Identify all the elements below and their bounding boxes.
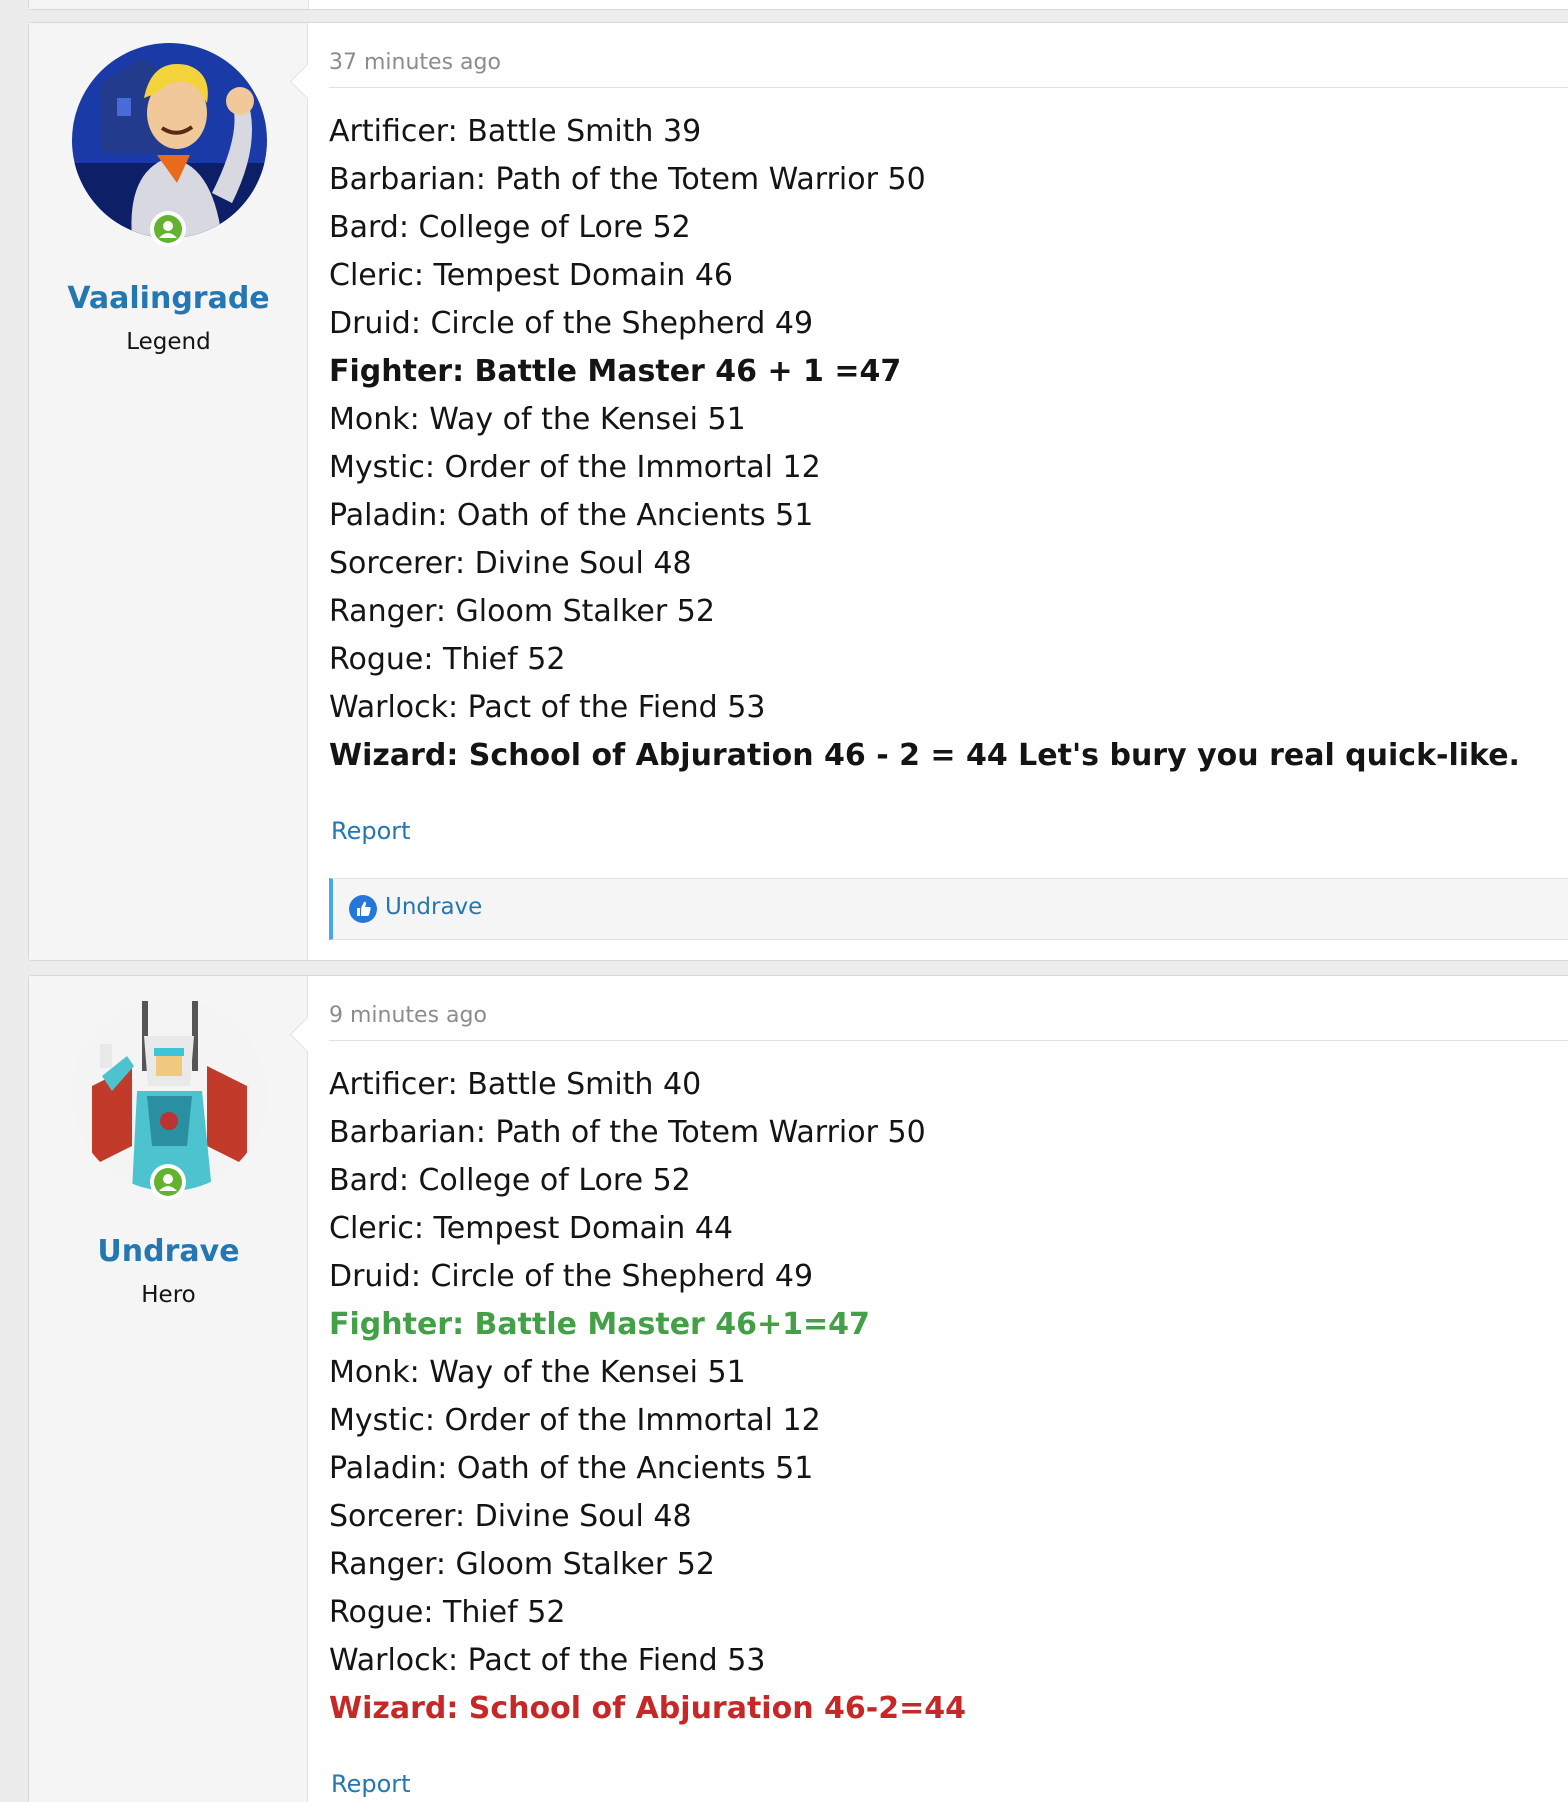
post-line: Ranger: Gloom Stalker 52 xyxy=(329,1547,715,1582)
cartoon-character-avatar[interactable] xyxy=(72,43,267,238)
previous-post-bottom xyxy=(28,0,1568,10)
avatar[interactable] xyxy=(72,43,267,247)
post-line: Sorcerer: Divine Soul 48 xyxy=(329,546,692,581)
reactions-bar: Undrave xyxy=(329,878,1568,940)
post-line: Barbarian: Path of the Totem Warrior 50 xyxy=(329,162,926,197)
post-timestamp[interactable]: 37 minutes ago xyxy=(329,50,501,75)
user-title: Hero xyxy=(141,1282,196,1308)
reaction-user-link[interactable]: Undrave xyxy=(385,894,482,920)
post-undrave: Undrave Hero 9 minutes ago Artificer: Ba… xyxy=(28,975,1568,1802)
post-line: Bard: College of Lore 52 xyxy=(329,1163,691,1198)
post-body: Artificer: Battle Smith 40 Barbarian: Pa… xyxy=(329,1061,966,1733)
post-line: Rogue: Thief 52 xyxy=(329,1595,566,1630)
post-line-bold: Fighter: Battle Master 46 + 1 =47 xyxy=(329,354,902,389)
post-line: Monk: Way of the Kensei 51 xyxy=(329,402,746,437)
post-line: Artificer: Battle Smith 40 xyxy=(329,1067,702,1102)
post-vaalingrade: Vaalingrade Legend 37 minutes ago Artifi… xyxy=(28,22,1568,961)
post-line: Cleric: Tempest Domain 46 xyxy=(329,258,734,293)
thread-page: Vaalingrade Legend 37 minutes ago Artifi… xyxy=(0,0,1568,1802)
post-body: Artificer: Battle Smith 39 Barbarian: Pa… xyxy=(329,108,1520,780)
post-line: Druid: Circle of the Shepherd 49 xyxy=(329,1259,814,1294)
post-line: Paladin: Oath of the Ancients 51 xyxy=(329,498,814,533)
user-info: Undrave Hero xyxy=(29,976,326,1802)
user-title: Legend xyxy=(126,329,211,355)
report-link[interactable]: Report xyxy=(331,817,411,845)
post-line-green: Fighter: Battle Master 46+1=47 xyxy=(329,1307,870,1342)
post-line: Cleric: Tempest Domain 44 xyxy=(329,1211,734,1246)
post-line: Mystic: Order of the Immortal 12 xyxy=(329,450,821,485)
post-line: Druid: Circle of the Shepherd 49 xyxy=(329,306,814,341)
post-line: Mystic: Order of the Immortal 12 xyxy=(329,1403,821,1438)
post-line: Rogue: Thief 52 xyxy=(329,642,566,677)
post-line: Paladin: Oath of the Ancients 51 xyxy=(329,1451,814,1486)
post-timestamp[interactable]: 9 minutes ago xyxy=(329,1003,487,1028)
robot-character-avatar[interactable] xyxy=(72,996,267,1191)
user-online-icon xyxy=(150,1164,186,1200)
post-line: Ranger: Gloom Stalker 52 xyxy=(329,594,715,629)
post-line: Artificer: Battle Smith 39 xyxy=(329,114,702,149)
post-line: Barbarian: Path of the Totem Warrior 50 xyxy=(329,1115,926,1150)
post-line-red: Wizard: School of Abjuration 46-2=44 xyxy=(329,1691,966,1726)
user-online-icon xyxy=(150,211,186,247)
post-line: Warlock: Pact of the Fiend 53 xyxy=(329,690,766,725)
username[interactable]: Vaalingrade xyxy=(29,281,308,316)
post-line: Sorcerer: Divine Soul 48 xyxy=(329,1499,692,1534)
avatar[interactable] xyxy=(72,996,267,1200)
post-line: Bard: College of Lore 52 xyxy=(329,210,691,245)
user-info: Vaalingrade Legend xyxy=(29,23,326,960)
post-line: Warlock: Pact of the Fiend 53 xyxy=(329,1643,766,1678)
post-line-bold: Wizard: School of Abjuration 46 - 2 = 44… xyxy=(329,738,1520,773)
thumbs-up-icon[interactable] xyxy=(349,895,377,923)
post-line: Monk: Way of the Kensei 51 xyxy=(329,1355,746,1390)
report-link[interactable]: Report xyxy=(331,1770,411,1798)
username[interactable]: Undrave xyxy=(29,1234,308,1269)
